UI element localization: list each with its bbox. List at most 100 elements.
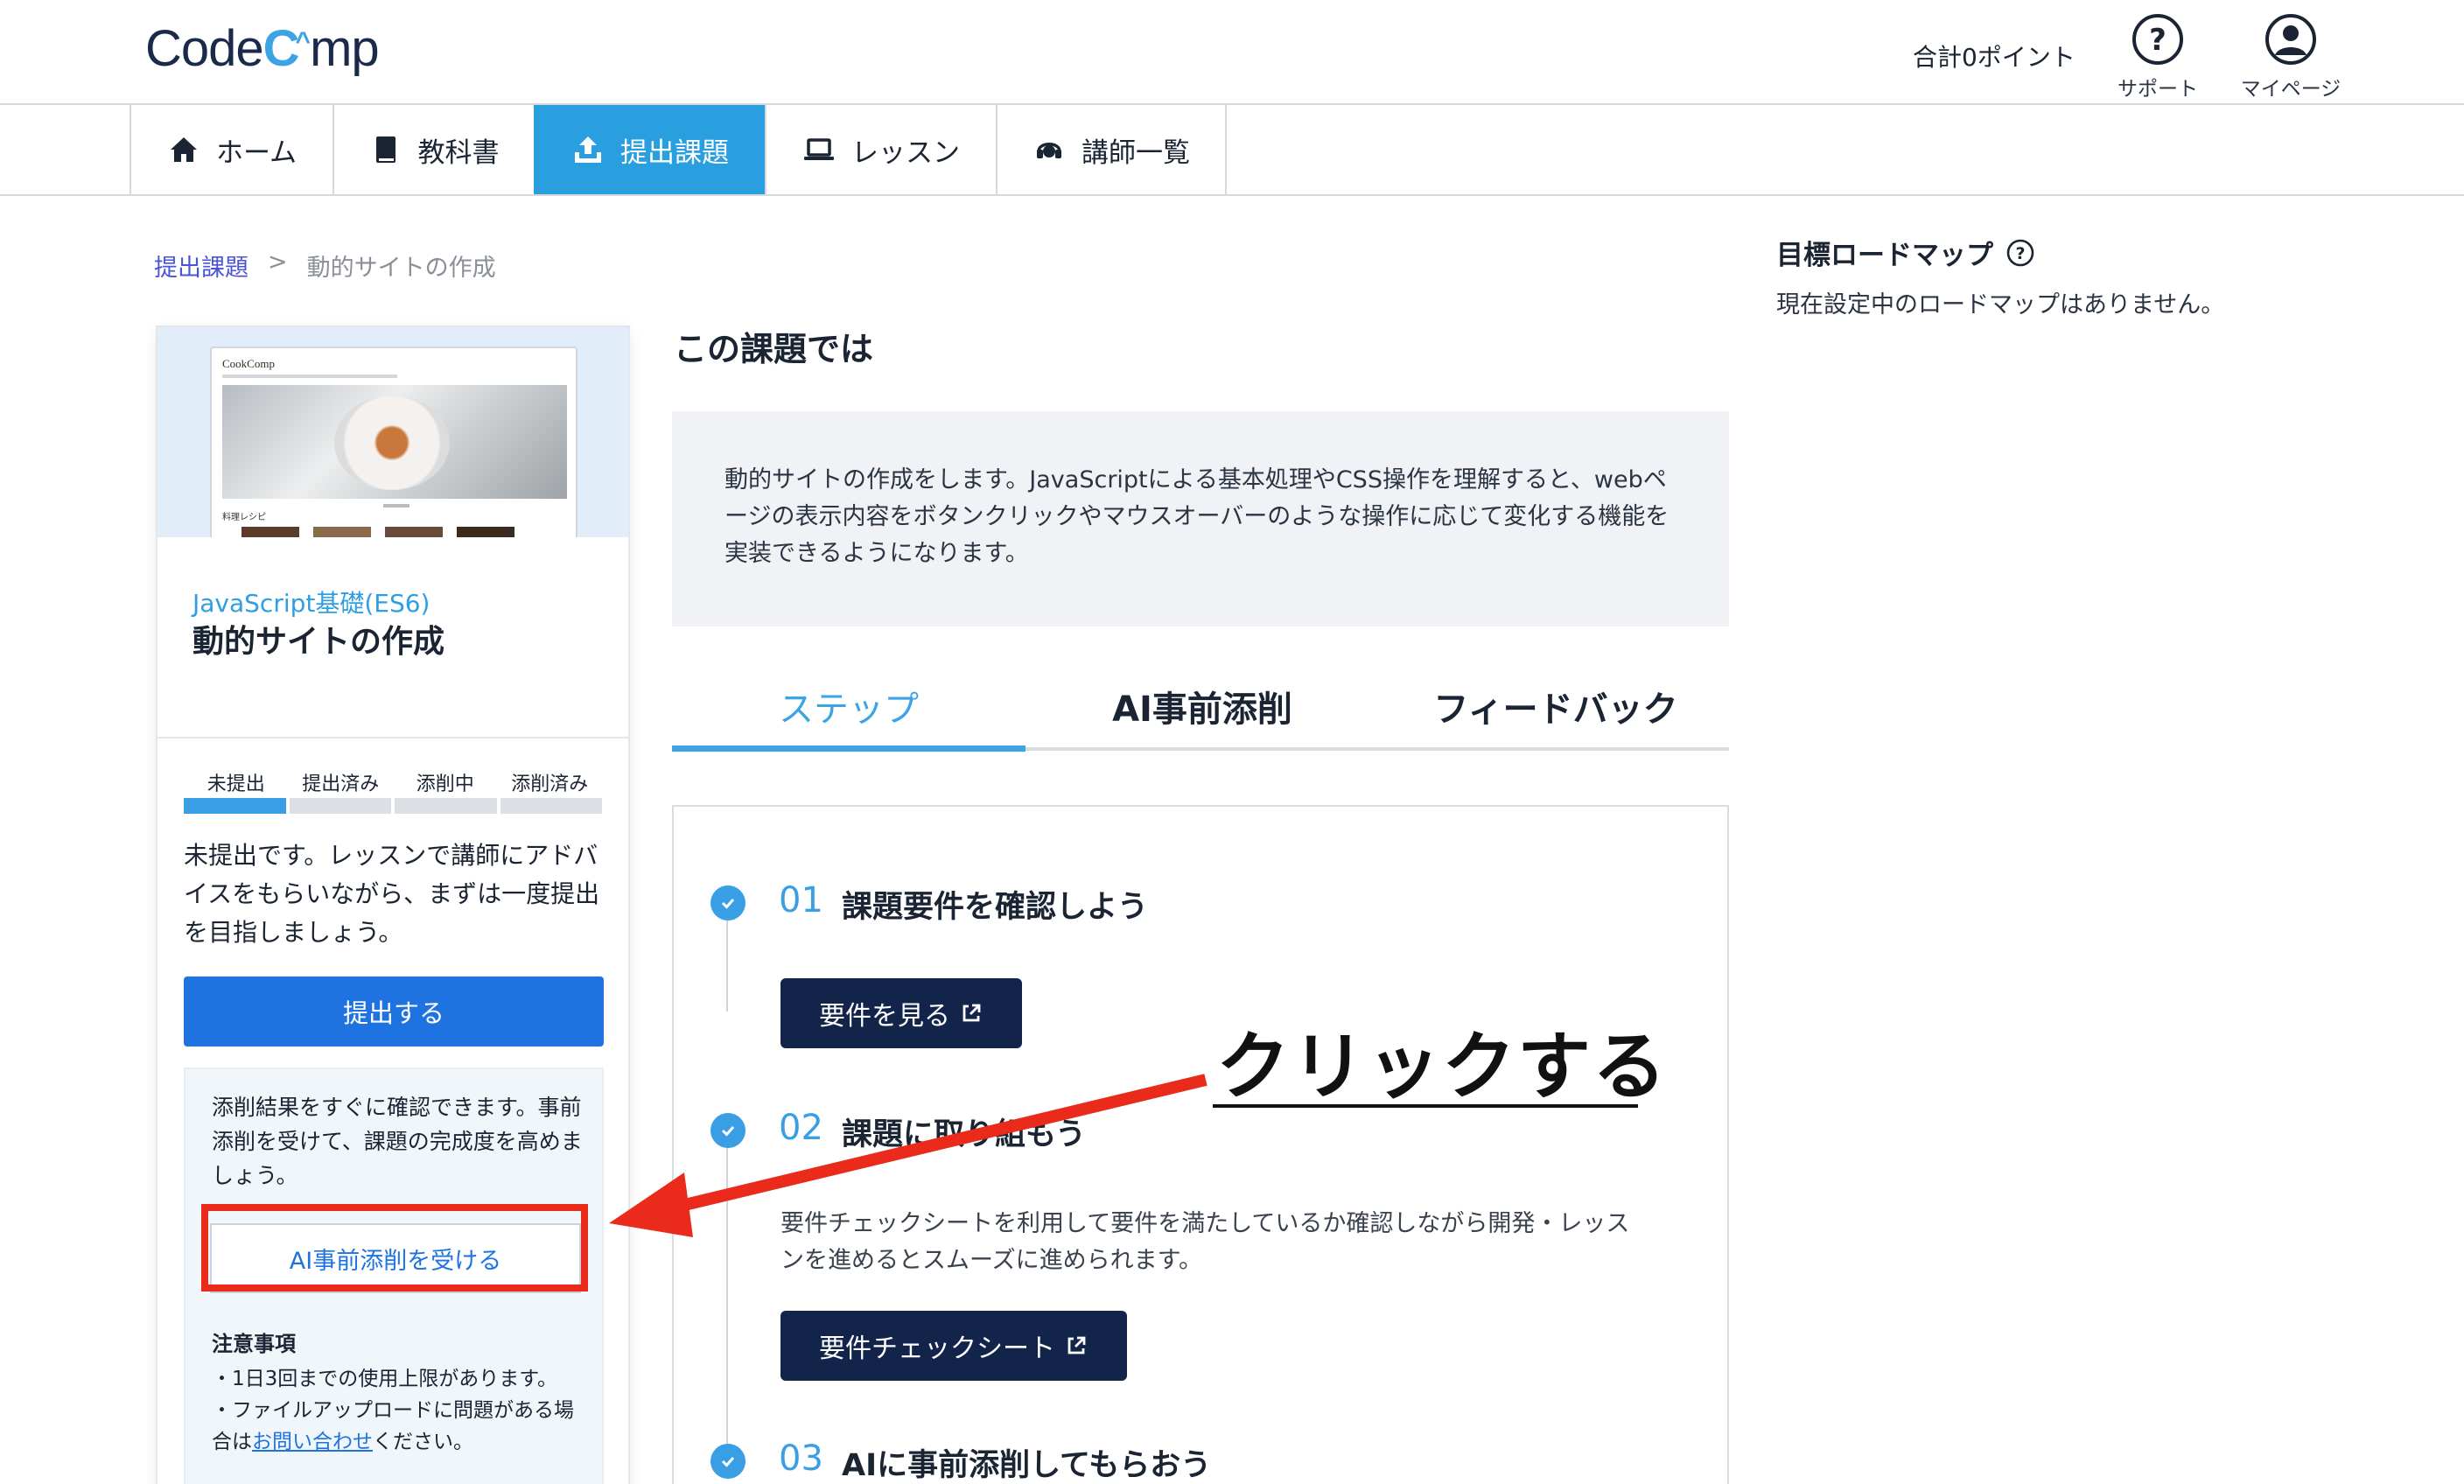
thumbnail-food-2 (313, 527, 371, 537)
thumbnail-carousel-dots (383, 504, 410, 508)
step-02-check-icon (710, 1113, 746, 1148)
support-button[interactable]: ? サポート (2096, 12, 2219, 102)
nav-home[interactable]: ホーム (130, 105, 332, 194)
breadcrumb: 提出課題 > 動的サイトの作成 (154, 248, 496, 283)
thumbnail-food-3 (385, 527, 443, 537)
svg-text:?: ? (2149, 23, 2166, 58)
contact-link[interactable]: お問い合わせ (252, 1431, 373, 1453)
nav-instructors[interactable]: 講師一覧 (996, 105, 1227, 194)
help-circle-icon: ? (2132, 14, 2183, 65)
upload-icon (575, 136, 601, 163)
logo-hat-icon: C^ (262, 20, 311, 77)
progress-segment (500, 798, 602, 814)
ai-button-highlight-box (201, 1204, 588, 1292)
user-avatar-icon (2265, 14, 2316, 65)
check-icon (721, 1457, 735, 1467)
active-tab-indicator (672, 746, 1026, 752)
requirements-checksheet-label: 要件チェックシート (819, 1334, 1055, 1364)
progress-label-submitted: 提出済み (302, 774, 380, 795)
ai-review-description: 添削結果をすぐに確認できます。事前添削を受けて、課題の完成度を高めましょう。 (212, 1095, 583, 1188)
step-02-number: 02 (779, 1108, 823, 1148)
nav-instructors-label: 講師一覧 (1082, 136, 1190, 169)
note-usage-limit: ・1日3回までの使用上限があります。 (212, 1368, 557, 1390)
tab-ai-review[interactable]: AI事前添削 (1026, 665, 1379, 747)
nav-assignments-label: 提出課題 (620, 136, 729, 169)
step-02-description: 要件チェックシートを利用して要件を満たしているか確認しながら開発・レッスンを進め… (780, 1210, 1630, 1274)
mypage-button[interactable]: マイページ (2230, 12, 2352, 102)
nav-lessons[interactable]: レッスン (765, 105, 996, 194)
note-upload-problem: ・ファイルアップロードに問題がある場合はお問い合わせください。 (212, 1395, 588, 1458)
thumbnail-section-label: 料理レシピ (222, 513, 266, 522)
thumbnail-food-1 (242, 527, 299, 537)
notes-title: 注意事項 (212, 1332, 296, 1356)
home-icon (170, 137, 197, 162)
view-requirements-label: 要件を見る (819, 1001, 950, 1032)
thumbnail-food-4 (457, 527, 514, 537)
progress-segment (184, 798, 286, 814)
top-header: CodeC^mp 合計0ポイント ? サポート マイページ (0, 0, 2464, 105)
book-icon (375, 136, 396, 163)
progress-segment (395, 798, 497, 814)
step-01-number: 01 (779, 880, 823, 920)
nav-textbook[interactable]: 教科書 (332, 105, 534, 194)
main-nav: ホーム 教科書 提出課題 レッスン 講師一覧 (0, 105, 2464, 196)
step-03-check-icon (710, 1444, 746, 1479)
annotation-underline (1213, 1104, 1638, 1108)
progress-bar (184, 798, 602, 814)
assignment-thumbnail: CookComp 料理レシピ (158, 327, 628, 537)
codecamp-logo[interactable]: CodeC^mp (145, 19, 380, 78)
view-requirements-button[interactable]: 要件を見る (780, 978, 1022, 1048)
requirements-checksheet-button[interactable]: 要件チェックシート (780, 1311, 1127, 1381)
section-title: この課題では (674, 330, 874, 368)
submit-button[interactable]: 提出する (184, 976, 604, 1046)
assignment-category: JavaScript基礎(ES6) (192, 589, 430, 618)
external-link-icon (1068, 1336, 1086, 1354)
step-connector (726, 1148, 728, 1447)
step-01-check-icon (710, 886, 746, 920)
svg-text:?: ? (2015, 244, 2025, 263)
notes-list: ・1日3回までの使用上限があります。 ・ファイルアップロードに問題がある場合はお… (212, 1363, 588, 1458)
assignment-title: 動的サイトの作成 (192, 624, 445, 660)
external-link-icon (962, 1004, 981, 1022)
note-upload-suffix: ください。 (373, 1431, 473, 1453)
thumbnail-brand: CookComp (222, 357, 275, 370)
check-icon (721, 1126, 735, 1137)
headset-icon (1037, 143, 1061, 158)
support-label: サポート (2118, 78, 2198, 101)
progress-segment (289, 798, 391, 814)
breadcrumb-parent-link[interactable]: 提出課題 (154, 248, 248, 283)
thumbnail-plate-image (334, 396, 450, 490)
assignment-card: CookComp 料理レシピ JavaScript基礎(ES6) 動的サイトの作… (156, 326, 630, 1484)
step-01-title: 課題要件を確認しよう (842, 890, 1149, 925)
help-circle-icon[interactable]: ? (2006, 238, 2035, 268)
progress-label-unsubmitted: 未提出 (206, 774, 265, 795)
progress-label-reviewing: 添削中 (416, 774, 474, 795)
check-icon (721, 899, 735, 909)
roadmap-empty-text: 現在設定中のロードマップはありません。 (1776, 291, 2225, 318)
nav-home-label: ホーム (215, 136, 298, 169)
logo-text-code: Code (145, 20, 264, 77)
step-02-title: 課題に取り組もう (842, 1117, 1086, 1152)
laptop-icon (804, 138, 834, 160)
progress-labels: 未提出 提出済み 添削中 添削済み (184, 768, 602, 796)
tab-steps[interactable]: ステップ (672, 665, 1026, 747)
nav-assignments[interactable]: 提出課題 (534, 105, 765, 194)
thumbnail-preview: CookComp 料理レシピ (210, 346, 578, 537)
content-tabs: ステップ AI事前添削 フィードバック (672, 665, 1729, 751)
step-03-title: AIに事前添削してもらおう (842, 1448, 1212, 1483)
step-connector (726, 920, 728, 1012)
mypage-label: マイページ (2240, 78, 2342, 101)
card-divider (158, 737, 628, 738)
status-message: 未提出です。レッスンで講師にアドバイスをもらいながら、まずは一度提出を目指しまし… (184, 841, 600, 947)
annotation-click-text: クリックする (1216, 1024, 1669, 1110)
roadmap-title: 目標ロードマップ ? (1776, 233, 2035, 272)
steps-panel: 01 課題要件を確認しよう 要件を見る 02 課題に取り組もう 要件チェックシー… (672, 805, 1729, 1484)
progress-label-reviewed: 添削済み (511, 774, 589, 795)
roadmap-title-text: 目標ロードマップ (1776, 240, 1993, 271)
nav-textbook-label: 教科書 (417, 136, 500, 169)
breadcrumb-separator: > (268, 248, 288, 276)
breadcrumb-current: 動的サイトの作成 (306, 255, 496, 282)
thumbnail-subtitle-bar (222, 374, 397, 378)
tab-feedback[interactable]: フィードバック (1379, 665, 1732, 747)
step-03-number: 03 (779, 1438, 823, 1479)
